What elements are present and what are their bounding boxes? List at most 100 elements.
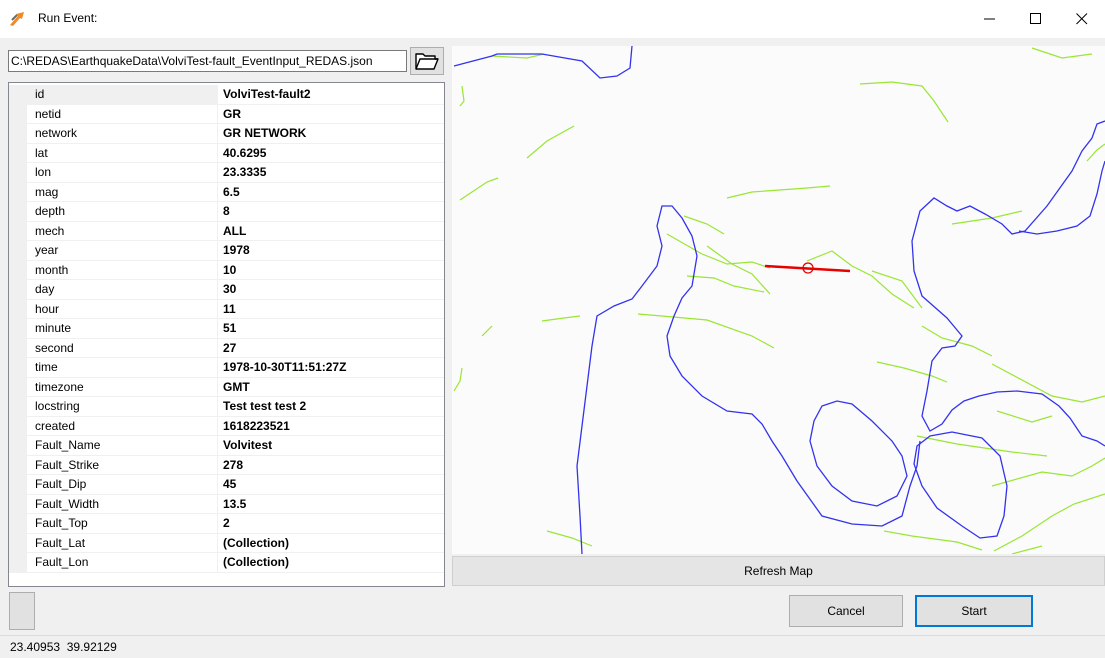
property-value[interactable]: 40.6295 [217, 143, 444, 163]
property-row[interactable]: timezone GMT [9, 377, 444, 397]
status-bar: 23.40953 39.92129 [0, 635, 1105, 657]
property-name: minute [27, 319, 217, 339]
row-margin [9, 85, 27, 105]
property-row[interactable]: second 27 [9, 338, 444, 358]
property-value[interactable]: 278 [217, 455, 444, 475]
property-value[interactable]: 13.5 [217, 494, 444, 514]
coastlines [453, 46, 1105, 554]
property-name: Fault_Width [27, 495, 217, 514]
refresh-map-button[interactable]: Refresh Map [452, 556, 1105, 586]
property-row[interactable]: Fault_Top 2 [9, 514, 444, 534]
property-value[interactable]: 10 [217, 260, 444, 280]
property-row[interactable]: day 30 [9, 280, 444, 300]
folder-open-icon [415, 53, 439, 70]
property-value[interactable]: 30 [217, 280, 444, 300]
row-margin [9, 358, 27, 378]
row-margin [9, 377, 27, 397]
row-margin [9, 475, 27, 495]
row-margin [9, 202, 27, 222]
property-row[interactable]: network GR NETWORK [9, 124, 444, 144]
property-row[interactable]: lon 23.3335 [9, 163, 444, 183]
property-value[interactable]: 8 [217, 202, 444, 222]
property-row[interactable]: Fault_Dip 45 [9, 475, 444, 495]
property-value[interactable]: (Collection) [217, 533, 444, 553]
row-margin [9, 397, 27, 417]
property-row[interactable]: mech ALL [9, 221, 444, 241]
row-margin [9, 221, 27, 241]
property-name: created [27, 417, 217, 436]
property-name: second [27, 339, 217, 358]
cancel-button[interactable]: Cancel [789, 595, 903, 627]
property-row[interactable]: Fault_Width 13.5 [9, 494, 444, 514]
property-row[interactable]: depth 8 [9, 202, 444, 222]
property-name: Fault_Top [27, 514, 217, 534]
maximize-button[interactable] [1013, 0, 1059, 38]
property-value[interactable]: (Collection) [217, 553, 444, 573]
fault-lines [453, 47, 1105, 554]
property-row[interactable]: locstring Test test test 2 [9, 397, 444, 417]
map-view[interactable] [452, 46, 1105, 554]
row-margin [9, 104, 27, 124]
coordinates-readout: 23.40953 39.92129 [10, 640, 117, 654]
property-row[interactable]: hour 11 [9, 299, 444, 319]
row-margin [9, 124, 27, 144]
property-value[interactable]: GR NETWORK [217, 124, 444, 144]
row-margin [9, 416, 27, 436]
property-value[interactable]: 51 [217, 319, 444, 339]
close-button[interactable] [1059, 0, 1105, 38]
property-value[interactable]: 23.3335 [217, 163, 444, 183]
app-icon [9, 10, 27, 28]
row-margin [9, 143, 27, 163]
property-row[interactable]: Fault_Lon (Collection) [9, 553, 444, 573]
property-name: mag [27, 183, 217, 202]
row-margin [9, 494, 27, 514]
browse-button[interactable] [410, 47, 444, 75]
property-row[interactable]: Fault_Name Volvitest [9, 436, 444, 456]
property-row[interactable]: mag 6.5 [9, 182, 444, 202]
fault-rupture [764, 262, 851, 274]
row-margin [9, 299, 27, 319]
property-value[interactable]: Test test test 2 [217, 397, 444, 417]
start-button[interactable]: Start [915, 595, 1033, 627]
property-row[interactable]: minute 51 [9, 319, 444, 339]
property-value[interactable]: GR [217, 104, 444, 124]
property-name: Fault_Name [27, 436, 217, 456]
property-name: locstring [27, 397, 217, 417]
property-value[interactable]: ALL [217, 221, 444, 241]
property-value[interactable]: 45 [217, 475, 444, 495]
property-row[interactable]: month 10 [9, 260, 444, 280]
row-margin [9, 553, 27, 573]
property-value[interactable]: 1618223521 [217, 416, 444, 436]
progress-panel [9, 592, 35, 630]
property-row[interactable]: id VolviTest-fault2 [9, 85, 444, 105]
property-value[interactable]: Volvitest [217, 436, 444, 456]
property-name: netid [27, 105, 217, 124]
property-value[interactable]: 11 [217, 299, 444, 319]
property-row[interactable]: year 1978 [9, 241, 444, 261]
property-row[interactable]: lat 40.6295 [9, 143, 444, 163]
maximize-icon [1030, 13, 1041, 24]
property-row[interactable]: netid GR [9, 104, 444, 124]
property-value[interactable]: GMT [217, 377, 444, 397]
property-row[interactable]: Fault_Strike 278 [9, 455, 444, 475]
property-value[interactable]: 1978 [217, 241, 444, 261]
property-value[interactable]: 1978-10-30T11:51:27Z [217, 358, 444, 378]
property-name: mech [27, 222, 217, 241]
property-row[interactable]: Fault_Lat (Collection) [9, 533, 444, 553]
property-row[interactable]: time 1978-10-30T11:51:27Z [9, 358, 444, 378]
row-margin [9, 338, 27, 358]
row-margin [9, 455, 27, 475]
property-value[interactable]: 6.5 [217, 182, 444, 202]
property-value[interactable]: VolviTest-fault2 [217, 85, 444, 105]
property-grid[interactable]: id VolviTest-fault2 netid GR network GR NETWO… [8, 82, 445, 587]
close-icon [1076, 13, 1088, 25]
row-margin [9, 182, 27, 202]
property-value[interactable]: 2 [217, 514, 444, 534]
minimize-button[interactable] [967, 0, 1013, 38]
property-row[interactable]: created 1618223521 [9, 416, 444, 436]
file-path-field[interactable]: C:\REDAS\EarthquakeData\VolviTest-fault_… [8, 50, 407, 72]
property-name: year [27, 241, 217, 261]
property-value[interactable]: 27 [217, 338, 444, 358]
property-name: time [27, 358, 217, 378]
property-name: month [27, 261, 217, 280]
